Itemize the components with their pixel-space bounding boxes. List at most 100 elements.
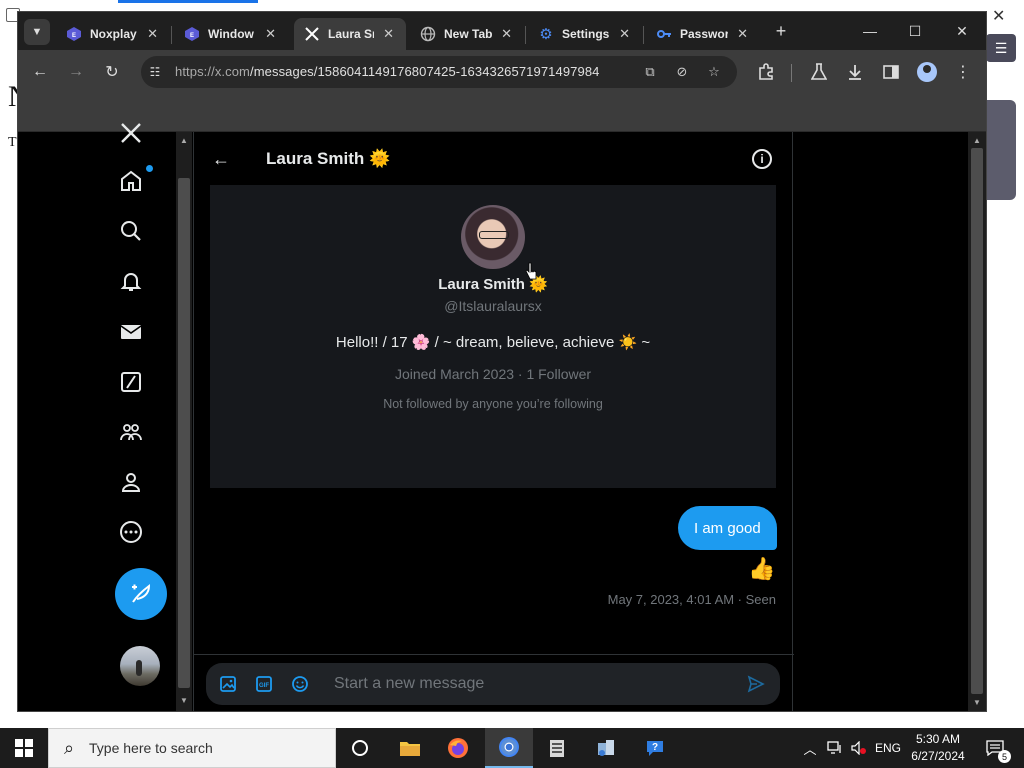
page-scrollbar[interactable]: ▲ ▼ — [968, 132, 986, 711]
tab-windows[interactable]: E Window ✕ — [176, 18, 288, 50]
profile-icon[interactable] — [118, 469, 144, 495]
help-support-icon[interactable]: ? — [632, 728, 680, 768]
close-tab-icon[interactable]: ✕ — [737, 26, 748, 42]
install-app-icon[interactable]: ⧉ — [641, 63, 659, 81]
grok-slash-icon[interactable] — [118, 369, 144, 395]
eye-off-icon[interactable]: ⊘ — [673, 63, 691, 81]
volume-muted-icon[interactable] — [848, 728, 870, 768]
profile-avatar[interactable] — [461, 205, 525, 269]
conversation-title: Laura Smith 🌞 — [266, 149, 391, 168]
labs-flask-icon[interactable] — [807, 60, 831, 84]
browser-toolbar: ← → ↻ ☷ https://x.com/messages/158604114… — [18, 50, 986, 94]
left-nav — [108, 123, 174, 711]
close-tab-icon[interactable]: ✕ — [383, 26, 394, 42]
messages-envelope-icon[interactable] — [118, 319, 144, 345]
profile-card[interactable]: Laura Smith 🌞 @Itslauralaursx Hello!! / … — [210, 185, 776, 488]
compose-post-button[interactable] — [115, 568, 167, 620]
feather-plus-icon — [132, 583, 151, 603]
scroll-up-arrow[interactable]: ▲ — [180, 136, 188, 145]
forward-button[interactable]: → — [64, 60, 88, 84]
sent-message-bubble[interactable]: I am good — [678, 506, 777, 550]
hand-cursor-icon — [525, 262, 537, 280]
back-button[interactable]: ← — [28, 60, 52, 84]
page-content: ▲ ▼ ← Laura Smith 🌞 i Laura Smith 🌞 @Its… — [18, 123, 986, 711]
gear-icon: ⚙ — [539, 26, 553, 43]
scroll-up-arrow[interactable]: ▲ — [973, 136, 981, 145]
close-window-button[interactable]: ✕ — [947, 20, 977, 42]
notifications-icon[interactable]: 5 — [978, 728, 1012, 768]
chrome-icon[interactable] — [485, 728, 533, 768]
tab-strip: ▼ E Noxplay ✕ E Window ✕ Laura Sn ✕ — [18, 12, 986, 50]
nav-scrollbar[interactable]: ▲ ▼ — [176, 132, 192, 711]
windows-taskbar: ⌕ Type here to search ? ︿ ENG 5:30 AM 6/… — [0, 728, 1024, 768]
new-tab-button[interactable]: + — [770, 20, 792, 42]
minimize-button[interactable]: — — [855, 20, 885, 42]
show-hidden-icons-chevron[interactable]: ︿ — [800, 728, 820, 768]
svg-text:E: E — [72, 33, 76, 39]
search-icon: ⌕ — [63, 737, 75, 758]
close-tab-icon[interactable]: ✕ — [501, 26, 512, 42]
scroll-thumb[interactable] — [178, 178, 190, 688]
svg-text:GIF: GIF — [259, 683, 269, 689]
start-button[interactable] — [0, 728, 48, 768]
message-composer: GIF — [206, 663, 780, 705]
firefox-icon[interactable] — [434, 728, 482, 768]
side-panel-icon[interactable] — [879, 60, 903, 84]
tab-passwords[interactable]: Passwor ✕ — [648, 18, 760, 50]
account-avatar[interactable] — [120, 646, 160, 686]
back-arrow-icon[interactable]: ← — [210, 148, 232, 170]
image-icon[interactable] — [218, 674, 238, 694]
close-tab-icon[interactable]: ✕ — [619, 26, 630, 42]
tab-new-tab[interactable]: New Tab ✕ — [412, 18, 524, 50]
bookmark-star-icon[interactable]: ☆ — [705, 63, 723, 81]
bell-icon[interactable] — [118, 268, 144, 294]
hamburger-menu-icon[interactable]: ☰ — [986, 34, 1016, 62]
toolbar-divider — [791, 64, 792, 82]
system-clock[interactable]: 5:30 AM 6/27/2024 — [906, 731, 970, 765]
network-manager-icon[interactable] — [582, 728, 630, 768]
server-manager-icon[interactable] — [533, 728, 581, 768]
more-circle-icon[interactable] — [118, 519, 144, 545]
home-icon[interactable] — [118, 168, 144, 194]
send-icon[interactable] — [746, 674, 766, 694]
profile-avatar-icon[interactable] — [917, 62, 937, 82]
message-input[interactable] — [334, 674, 714, 694]
tab-settings[interactable]: ⚙ Settings ✕ — [530, 18, 642, 50]
close-tab-icon[interactable]: ✕ — [147, 26, 158, 42]
extensions-icon[interactable] — [754, 60, 778, 84]
scroll-down-arrow[interactable]: ▼ — [973, 698, 981, 707]
profile-joined: Joined March 2023 · 1 Follower — [394, 366, 592, 382]
download-icon[interactable] — [843, 60, 867, 84]
reload-button[interactable]: ↻ — [100, 60, 124, 84]
scroll-thumb[interactable] — [971, 148, 983, 694]
network-icon[interactable] — [824, 728, 846, 768]
maximize-button[interactable]: ☐ — [900, 20, 930, 42]
tab-search-button[interactable]: ▼ — [24, 19, 50, 45]
emoji-icon[interactable] — [290, 674, 310, 694]
communities-icon[interactable] — [118, 419, 144, 445]
address-bar[interactable]: ☷ https://x.com/messages/158604114917680… — [141, 56, 737, 88]
url-text[interactable]: https://x.com/messages/15860411491768074… — [175, 64, 599, 79]
close-tab-icon[interactable]: ✕ — [265, 26, 276, 42]
x-logo-icon[interactable] — [118, 120, 144, 146]
tab-laura-smith[interactable]: Laura Sn ✕ — [294, 18, 406, 50]
search-icon[interactable] — [118, 218, 144, 244]
svg-text:E: E — [190, 33, 194, 39]
file-explorer-icon[interactable] — [386, 728, 434, 768]
language-indicator[interactable]: ENG — [872, 728, 904, 768]
scroll-down-arrow[interactable]: ▼ — [180, 696, 188, 705]
thumbs-up-reaction[interactable]: 👍 — [748, 556, 775, 582]
background-close-icon[interactable]: ✕ — [992, 6, 1005, 26]
taskbar-search[interactable]: ⌕ Type here to search — [48, 728, 336, 768]
gif-icon[interactable]: GIF — [254, 674, 274, 694]
clock-date: 6/27/2024 — [911, 749, 965, 763]
x-logo-icon — [304, 26, 320, 42]
cortana-icon[interactable] — [336, 728, 384, 768]
dm-conversation: ← Laura Smith 🌞 i Laura Smith 🌞 @Itslaur… — [193, 132, 794, 711]
profile-followed-note: Not followed by anyone you’re following — [383, 397, 603, 411]
background-text: T — [8, 135, 17, 150]
more-menu-icon[interactable]: ⋮ — [951, 60, 975, 84]
site-info-icon[interactable]: ☷ — [147, 64, 163, 80]
tab-noxplayer[interactable]: E Noxplay ✕ — [58, 18, 170, 50]
info-icon[interactable]: i — [752, 149, 772, 169]
